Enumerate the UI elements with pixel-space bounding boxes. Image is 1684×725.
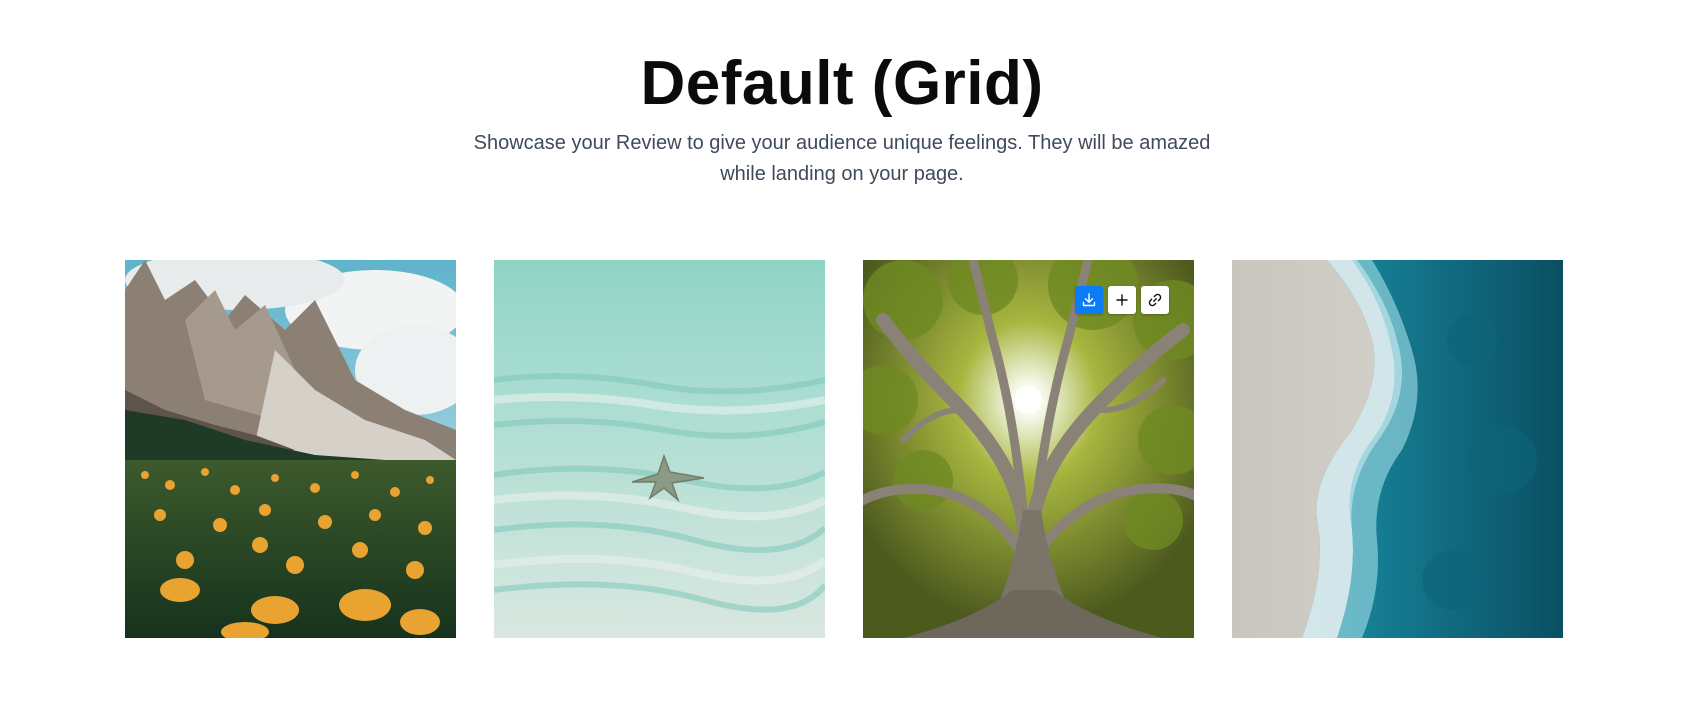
gallery-card-ocean[interactable]	[1232, 260, 1563, 638]
link-icon	[1148, 293, 1162, 307]
gallery-card-starfish[interactable]	[494, 260, 825, 638]
page-title: Default (Grid)	[640, 49, 1044, 118]
tree-photo	[863, 260, 1194, 638]
plus-icon	[1116, 294, 1128, 306]
copy-link-button[interactable]	[1141, 286, 1169, 314]
download-icon	[1082, 293, 1096, 307]
image-grid	[125, 260, 1563, 638]
add-button[interactable]	[1108, 286, 1136, 314]
gallery-card-tree[interactable]	[863, 260, 1194, 638]
page-subtitle: Showcase your Review to give your audien…	[473, 132, 1211, 185]
gallery-card-mountain[interactable]	[125, 260, 456, 638]
image-actions-toolbar	[1075, 286, 1169, 314]
ocean-wave-photo	[1232, 260, 1563, 638]
mountain-flower-photo	[125, 260, 456, 638]
download-button[interactable]	[1075, 286, 1103, 314]
starfish-photo	[494, 260, 825, 638]
